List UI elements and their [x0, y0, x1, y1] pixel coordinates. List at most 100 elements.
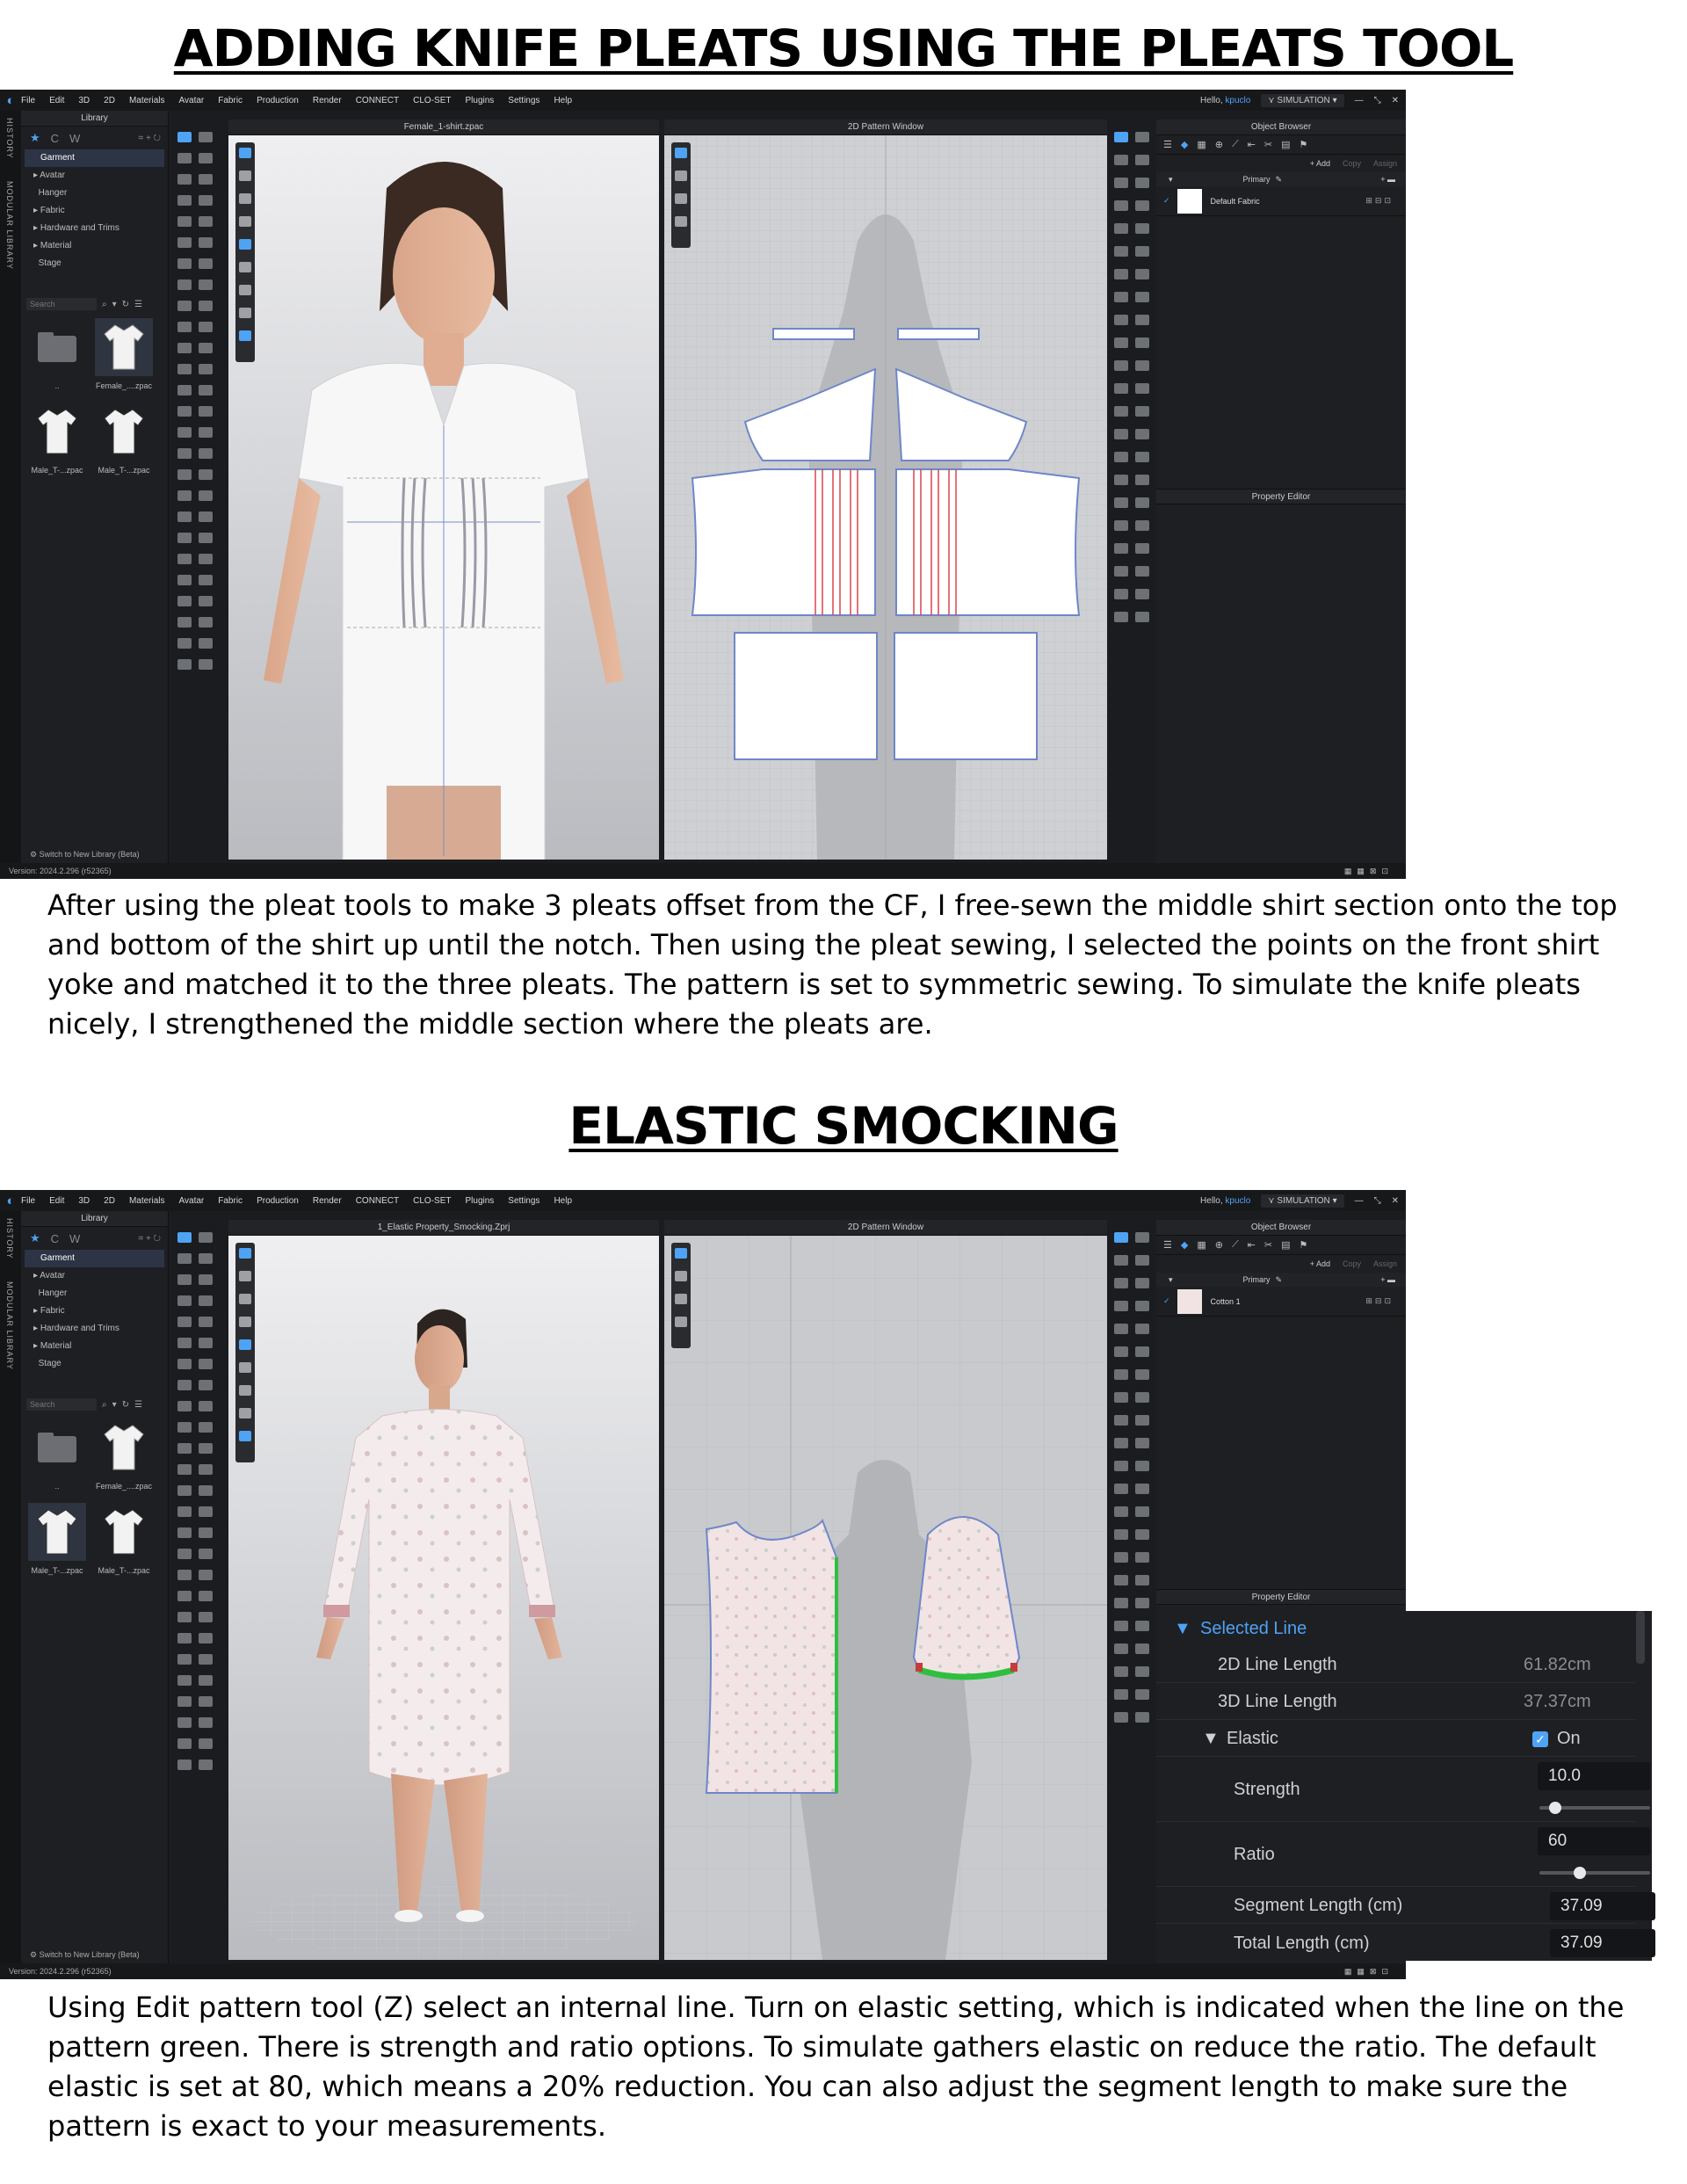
- expand-chevron-icon[interactable]: ▾: [1169, 175, 1173, 185]
- tool-icon[interactable]: [177, 575, 192, 585]
- menu-item-render[interactable]: Render: [313, 1196, 342, 1206]
- tool-icon[interactable]: [1114, 1689, 1128, 1700]
- tool-icon[interactable]: [199, 490, 213, 501]
- tool-icon[interactable]: [1114, 1415, 1128, 1426]
- tool-icon[interactable]: [1114, 292, 1128, 302]
- tool-icon[interactable]: [199, 132, 213, 142]
- close-icon[interactable]: ✕: [1392, 96, 1399, 105]
- fabric-row[interactable]: ✓ Default Fabric ⊞⊟⊡: [1156, 186, 1406, 216]
- tool-icon[interactable]: [1135, 1506, 1149, 1517]
- tool-icon[interactable]: [177, 533, 192, 543]
- zipper-icon[interactable]: ⇤: [1248, 139, 1256, 150]
- view-tool-icon[interactable]: [239, 239, 251, 250]
- status-icons[interactable]: ▦▦⊠⊡: [1344, 1963, 1394, 1979]
- tool-icon[interactable]: [177, 1338, 192, 1348]
- tool-icon[interactable]: [1114, 1392, 1128, 1403]
- tool-icon[interactable]: [199, 638, 213, 649]
- tool-icon[interactable]: [1135, 223, 1149, 234]
- menu-item-help[interactable]: Help: [554, 96, 572, 105]
- tool-icon[interactable]: [199, 1232, 213, 1243]
- thumb-female-zpac[interactable]: Female_....zpac: [93, 318, 155, 397]
- view-tool-icon[interactable]: [675, 1317, 687, 1327]
- view-tool-icon[interactable]: [239, 193, 251, 204]
- tool-icon[interactable]: [177, 1422, 192, 1433]
- fabric-icon[interactable]: ◆: [1181, 1239, 1188, 1251]
- tool-icon[interactable]: [1114, 1643, 1128, 1654]
- tool-icon[interactable]: [199, 279, 213, 290]
- 2d-pattern-window[interactable]: [664, 1236, 1107, 1960]
- tool-icon[interactable]: [199, 301, 213, 311]
- 2d-view-floatbar[interactable]: [671, 1243, 691, 1348]
- tool-icon[interactable]: [1114, 1232, 1128, 1243]
- menu-item-production[interactable]: Production: [257, 96, 299, 105]
- strength-input[interactable]: 10.0: [1538, 1762, 1650, 1790]
- view-tool-icon[interactable]: [239, 285, 251, 295]
- tool-icon[interactable]: [199, 216, 213, 227]
- tool-icon[interactable]: [1135, 612, 1149, 622]
- tool-icon[interactable]: [1135, 475, 1149, 485]
- view-tool-icon[interactable]: [239, 1385, 251, 1396]
- close-icon[interactable]: ✕: [1392, 1196, 1399, 1206]
- add-folder-icon[interactable]: + ▬: [1380, 1275, 1395, 1284]
- modular-library-tab[interactable]: MODULAR LIBRARY: [5, 1281, 14, 1370]
- tool-icon[interactable]: [1135, 1484, 1149, 1494]
- clo-icon[interactable]: C: [51, 132, 59, 145]
- menu-item-file[interactable]: File: [21, 96, 35, 105]
- property-scrollbar[interactable]: [1636, 1611, 1645, 1664]
- tool-icon[interactable]: [177, 258, 192, 269]
- grid-icon[interactable]: ▦: [1197, 1239, 1206, 1251]
- tool-icon[interactable]: [1135, 1529, 1149, 1540]
- refresh-icon[interactable]: ↻: [122, 1400, 129, 1410]
- menu-item-materials[interactable]: Materials: [129, 96, 165, 105]
- tool-icon[interactable]: [1135, 269, 1149, 279]
- tool-icon[interactable]: [177, 490, 192, 501]
- tool-icon[interactable]: [177, 512, 192, 522]
- view-tool-icon[interactable]: [239, 216, 251, 227]
- tool-icon[interactable]: [1114, 1575, 1128, 1585]
- tool-icon[interactable]: [199, 1760, 213, 1770]
- tool-icon[interactable]: [1114, 178, 1128, 188]
- menu-item-settings[interactable]: Settings: [508, 1196, 539, 1206]
- favorites-star-icon[interactable]: ★: [30, 1231, 40, 1245]
- tool-icon[interactable]: [177, 174, 192, 185]
- tree-item-hanger[interactable]: Hanger: [21, 185, 168, 202]
- tool-icon[interactable]: [1135, 1369, 1149, 1380]
- tool-icon[interactable]: [199, 1717, 213, 1728]
- tool-icon[interactable]: [199, 174, 213, 185]
- tool-icon[interactable]: [1135, 1461, 1149, 1471]
- fabric-actions-icon[interactable]: ⊞⊟⊡: [1365, 1296, 1394, 1306]
- tool-icon[interactable]: [1135, 178, 1149, 188]
- 3d-garment-window[interactable]: [228, 135, 659, 860]
- tool-icon[interactable]: [199, 1485, 213, 1496]
- add-button[interactable]: + Add: [1310, 1259, 1330, 1268]
- tool-icon[interactable]: [1135, 246, 1149, 257]
- user-name[interactable]: kpuclo: [1225, 1196, 1250, 1206]
- tool-icon[interactable]: [1135, 1689, 1149, 1700]
- tool-icon[interactable]: [199, 343, 213, 353]
- tool-icon[interactable]: [1135, 1621, 1149, 1631]
- strength-slider[interactable]: [1539, 1802, 1650, 1814]
- tool-icon[interactable]: [1114, 1598, 1128, 1608]
- mode-selector[interactable]: ⋎ SIMULATION ▾: [1261, 1194, 1344, 1208]
- tool-icon[interactable]: [199, 1359, 213, 1369]
- tool-icon[interactable]: [1114, 360, 1128, 371]
- tool-icon[interactable]: [1135, 1415, 1149, 1426]
- tool-icon[interactable]: [1114, 1346, 1128, 1357]
- list-view-icon[interactable]: ☰: [134, 300, 142, 309]
- tool-icon[interactable]: [199, 1274, 213, 1285]
- tool-icon[interactable]: [1114, 520, 1128, 531]
- library-actions-icon[interactable]: ⌗ + ↻: [139, 1234, 161, 1244]
- menu-item-plugins[interactable]: Plugins: [465, 96, 494, 105]
- view-tool-icon[interactable]: [239, 1339, 251, 1350]
- view-tool-icon[interactable]: [239, 262, 251, 272]
- tool-icon[interactable]: [1114, 337, 1128, 348]
- tool-icon[interactable]: [199, 448, 213, 459]
- tool-icon[interactable]: [199, 533, 213, 543]
- line-icon[interactable]: ⟋: [1232, 1239, 1239, 1251]
- copy-button[interactable]: Copy: [1343, 1259, 1361, 1268]
- tool-icon[interactable]: [199, 1338, 213, 1348]
- tool-icon[interactable]: [1135, 1301, 1149, 1311]
- thumb-folder[interactable]: ..: [26, 1419, 88, 1498]
- switch-library-link[interactable]: ⚙ Switch to New Library (Beta): [30, 1950, 140, 1960]
- tool-icon[interactable]: [1114, 383, 1128, 394]
